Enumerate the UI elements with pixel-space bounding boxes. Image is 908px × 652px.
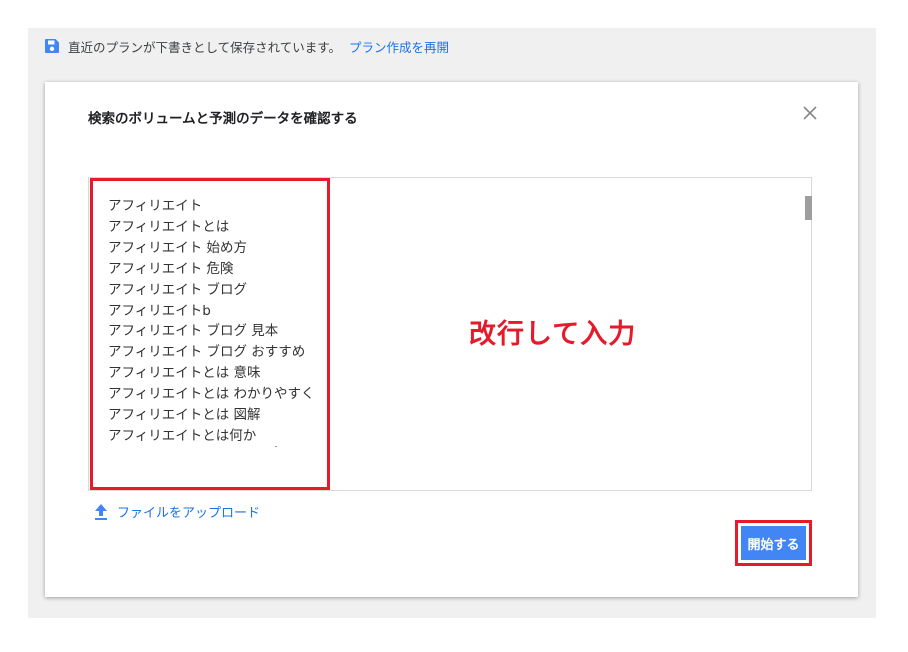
draft-notice: 直近のプランが下書きとして保存されています。 プラン作成を再開 — [44, 36, 449, 56]
start-button-highlight: 開始する — [735, 520, 812, 566]
resume-plan-link[interactable]: プラン作成を再開 — [349, 37, 449, 56]
annotation-text: 改行して入力 — [469, 319, 637, 350]
keyword-dialog: 検索のボリュームと予測のデータを確認する アフィリエイト アフィリエイトとは アフィ… — [45, 82, 858, 597]
upload-icon — [95, 503, 107, 520]
upload-file-link[interactable]: ファイルをアップロード — [93, 502, 260, 521]
close-icon[interactable] — [799, 102, 821, 124]
save-icon — [45, 39, 59, 53]
start-button[interactable]: 開始する — [741, 526, 806, 560]
upload-file-label: ファイルをアップロード — [117, 506, 261, 521]
keyword-highlight-box — [90, 178, 330, 490]
scrollbar-thumb[interactable] — [805, 196, 812, 220]
draft-notice-text: 直近のプランが下書きとして保存されています。 — [68, 39, 342, 55]
dialog-title: 検索のボリュームと予測のデータを確認する — [88, 111, 358, 127]
